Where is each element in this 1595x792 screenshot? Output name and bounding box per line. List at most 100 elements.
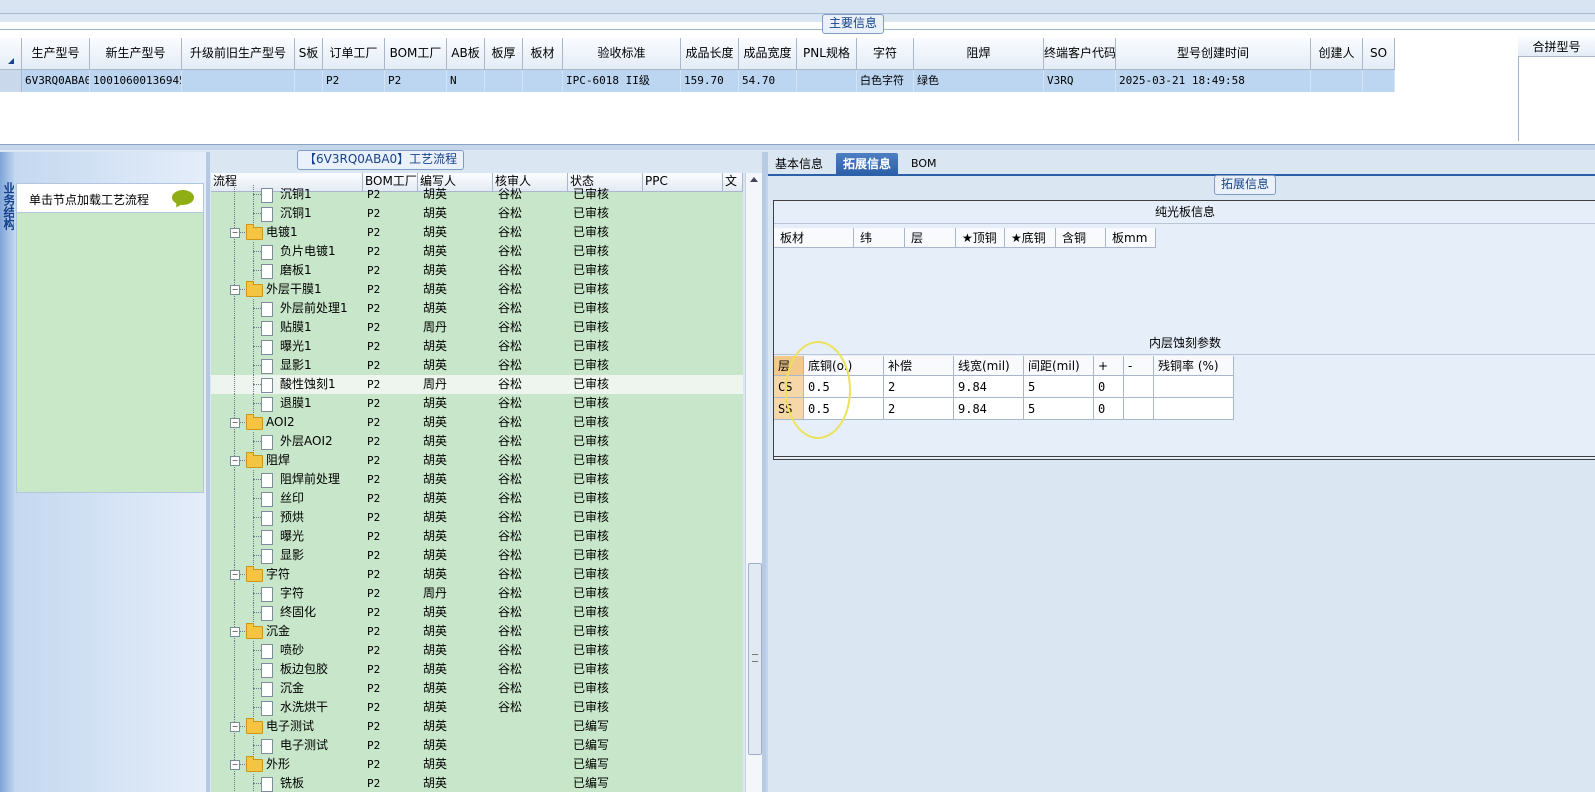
- main-cell[interactable]: 白色字符: [857, 70, 914, 92]
- tab-basic-info[interactable]: 基本信息: [768, 153, 830, 175]
- tree-node-cell[interactable]: 铣板: [211, 774, 363, 792]
- main-cell[interactable]: 6V3RQ0ABA0: [22, 70, 90, 92]
- tree-node-cell[interactable]: 终固化: [211, 603, 363, 622]
- collapse-toggle-icon[interactable]: −: [230, 570, 240, 580]
- tree-node-cell[interactable]: − 外层干膜1: [211, 280, 363, 299]
- tree-node-cell[interactable]: 退膜1: [211, 394, 363, 413]
- side-tab-business-structure[interactable]: 业务结构: [0, 152, 16, 792]
- bare-board-col-header[interactable]: 板mm: [1106, 228, 1156, 248]
- tree-node-cell[interactable]: − 阻焊: [211, 451, 363, 470]
- tree-row[interactable]: 电子测试 P2 胡英 已编写: [211, 736, 743, 755]
- inner-etch-col-header[interactable]: 补偿: [884, 356, 954, 376]
- tab-extended-info[interactable]: 拓展信息: [836, 153, 899, 175]
- tree-node-cell[interactable]: 丝印: [211, 489, 363, 508]
- tree-row[interactable]: 预烘 P2 胡英 谷松 已审核: [211, 508, 743, 527]
- main-col-header[interactable]: 板厚: [485, 38, 523, 70]
- main-cell[interactable]: [182, 70, 295, 92]
- tab-bom[interactable]: BOM: [904, 153, 944, 175]
- main-col-header[interactable]: 创建人: [1311, 38, 1363, 70]
- tree-node-cell[interactable]: − 电子测试: [211, 717, 363, 736]
- tree-node-cell[interactable]: 显影1: [211, 356, 363, 375]
- tree-row[interactable]: − 字符 P2 胡英 谷松 已审核: [211, 565, 743, 584]
- main-col-header[interactable]: 成品长度: [681, 38, 739, 70]
- main-col-header[interactable]: 订单工厂: [323, 38, 385, 70]
- main-col-header[interactable]: 板材: [523, 38, 563, 70]
- main-cell[interactable]: P2: [385, 70, 447, 92]
- tree-node-cell[interactable]: − 电镀1: [211, 223, 363, 242]
- tree-node-cell[interactable]: 水洗烘干: [211, 698, 363, 717]
- tree-row[interactable]: 负片电镀1 P2 胡英 谷松 已审核: [211, 242, 743, 261]
- row-indicator[interactable]: [0, 70, 22, 92]
- main-col-header[interactable]: AB板: [447, 38, 485, 70]
- tree-row[interactable]: 退膜1 P2 胡英 谷松 已审核: [211, 394, 743, 413]
- tree-row[interactable]: 字符 P2 周丹 谷松 已审核: [211, 584, 743, 603]
- tree-row[interactable]: 显影1 P2 胡英 谷松 已审核: [211, 356, 743, 375]
- tree-row[interactable]: − 阻焊 P2 胡英 谷松 已审核: [211, 451, 743, 470]
- inner-etch-cell[interactable]: 5: [1024, 398, 1094, 420]
- main-cell[interactable]: 54.70: [739, 70, 797, 92]
- main-col-header[interactable]: 阻焊: [914, 38, 1044, 70]
- collapse-toggle-icon[interactable]: −: [230, 627, 240, 637]
- main-cell[interactable]: [485, 70, 523, 92]
- tree-node-cell[interactable]: − 外形: [211, 755, 363, 774]
- tree-row[interactable]: − 外形 P2 胡英 已编写: [211, 755, 743, 774]
- tree-vertical-scrollbar[interactable]: [745, 173, 762, 792]
- inner-etch-col-header[interactable]: 残铜率 (%): [1154, 356, 1234, 376]
- tree-node-cell[interactable]: − AOI2: [211, 413, 363, 432]
- tree-node-cell[interactable]: − 字符: [211, 565, 363, 584]
- tree-node-cell[interactable]: 显影: [211, 546, 363, 565]
- main-info-row[interactable]: 6V3RQ0ABA0 10010600136945 P2 P2 N IPC-6018 II…: [22, 70, 1395, 92]
- inner-etch-cell[interactable]: 5: [1024, 376, 1094, 398]
- tree-row[interactable]: 磨板1 P2 胡英 谷松 已审核: [211, 261, 743, 280]
- main-cell[interactable]: 10010600136945: [90, 70, 182, 92]
- tree-row[interactable]: 曝光1 P2 胡英 谷松 已审核: [211, 337, 743, 356]
- bare-board-col-header[interactable]: ★底铜: [1005, 228, 1056, 248]
- tree-node-cell[interactable]: 阻焊前处理: [211, 470, 363, 489]
- main-cell[interactable]: IPC-6018 II级: [563, 70, 681, 92]
- scroll-up-arrow-icon[interactable]: [750, 177, 758, 182]
- collapse-toggle-icon[interactable]: −: [230, 228, 240, 238]
- tree-row[interactable]: 喷砂 P2 胡英 谷松 已审核: [211, 641, 743, 660]
- main-cell[interactable]: [1363, 70, 1395, 92]
- tree-row[interactable]: 沉金 P2 胡英 谷松 已审核: [211, 679, 743, 698]
- tree-node-cell[interactable]: 酸性蚀刻1: [211, 375, 363, 394]
- inner-etch-cell[interactable]: 2: [884, 398, 954, 420]
- tree-node-cell[interactable]: − 沉金: [211, 622, 363, 641]
- tree-row[interactable]: 沉铜1 P2 胡英 谷松 已审核: [211, 185, 743, 204]
- main-col-header[interactable]: S板: [295, 38, 323, 70]
- tree-row[interactable]: 铣板 P2 胡英 已编写: [211, 774, 743, 792]
- bare-board-col-header[interactable]: 含铜: [1056, 228, 1106, 248]
- inner-etch-cell[interactable]: [1154, 398, 1234, 420]
- tree-row[interactable]: 水洗烘干 P2 胡英 谷松 已审核: [211, 698, 743, 717]
- tree-node-cell[interactable]: 喷砂: [211, 641, 363, 660]
- tree-row[interactable]: 板边包胶 P2 胡英 谷松 已审核: [211, 660, 743, 679]
- tree-row[interactable]: 外层前处理1 P2 胡英 谷松 已审核: [211, 299, 743, 318]
- tree-row[interactable]: 外层AOI2 P2 胡英 谷松 已审核: [211, 432, 743, 451]
- main-cell[interactable]: [1311, 70, 1363, 92]
- tree-row[interactable]: 酸性蚀刻1 P2 周丹 谷松 已审核: [211, 375, 743, 394]
- load-process-node[interactable]: 单击节点加载工艺流程: [16, 183, 204, 213]
- tree-node-cell[interactable]: 预烘: [211, 508, 363, 527]
- inner-etch-col-header[interactable]: 线宽(mil): [954, 356, 1024, 376]
- tree-node-cell[interactable]: 沉铜1: [211, 204, 363, 223]
- main-cell[interactable]: [295, 70, 323, 92]
- tree-node-cell[interactable]: 沉铜1: [211, 185, 363, 204]
- tree-row[interactable]: 曝光 P2 胡英 谷松 已审核: [211, 527, 743, 546]
- tree-row[interactable]: − 外层干膜1 P2 胡英 谷松 已审核: [211, 280, 743, 299]
- tree-row[interactable]: 阻焊前处理 P2 胡英 谷松 已审核: [211, 470, 743, 489]
- main-col-header[interactable]: 新生产型号: [90, 38, 182, 70]
- collapse-toggle-icon[interactable]: −: [230, 456, 240, 466]
- main-col-header[interactable]: 型号创建时间: [1116, 38, 1311, 70]
- bare-board-col-header[interactable]: 纬: [854, 228, 905, 248]
- bare-board-col-header[interactable]: ★顶铜: [956, 228, 1005, 248]
- main-col-header[interactable]: 成品宽度: [739, 38, 797, 70]
- horizontal-splitter[interactable]: [0, 144, 1595, 150]
- collapse-toggle-icon[interactable]: −: [230, 418, 240, 428]
- main-cell[interactable]: N: [447, 70, 485, 92]
- inner-etch-cell[interactable]: 0: [1094, 376, 1124, 398]
- main-cell[interactable]: [523, 70, 563, 92]
- tree-node-cell[interactable]: 贴膜1: [211, 318, 363, 337]
- main-cell[interactable]: 159.70: [681, 70, 739, 92]
- main-col-header[interactable]: SO: [1363, 38, 1395, 70]
- inner-etch-cell[interactable]: 0: [1094, 398, 1124, 420]
